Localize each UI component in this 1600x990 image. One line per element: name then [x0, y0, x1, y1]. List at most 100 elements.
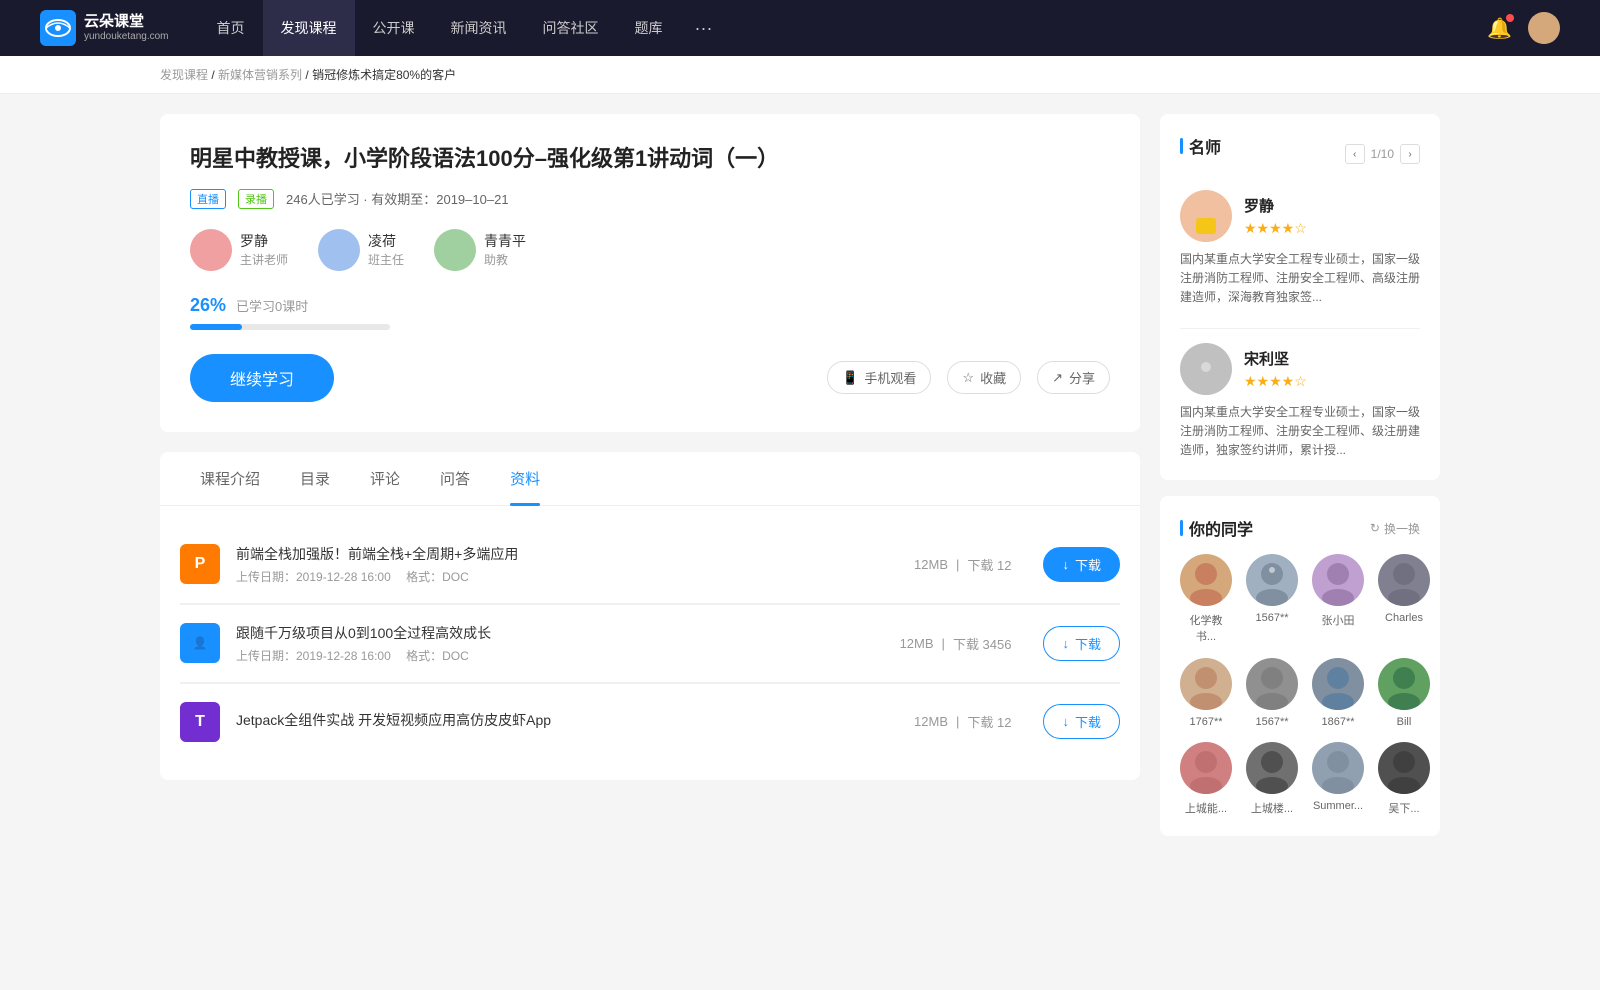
nav-item-news[interactable]: 新闻资讯 — [433, 0, 525, 56]
classmate-item-11: 吴下... — [1378, 742, 1430, 816]
header: 云朵课堂 yundouketang.com 首页 发现课程 公开课 新闻资讯 问… — [0, 0, 1600, 56]
download-button-0[interactable]: ↓ 下载 — [1043, 547, 1120, 582]
nav-item-open[interactable]: 公开课 — [355, 0, 433, 56]
classmate-avatar-7[interactable] — [1378, 658, 1430, 710]
teachers-prev-button[interactable]: ‹ — [1345, 144, 1365, 164]
progress-bar-background — [190, 324, 390, 330]
resource-info-1: 跟随千万级项目从0到100全过程高效成长 上传日期：2019-12-28 16:… — [236, 623, 884, 664]
teacher-item-0: 罗静 主讲老师 — [190, 229, 288, 271]
tab-intro[interactable]: 课程介绍 — [180, 452, 280, 505]
resource-icon-2: T — [180, 702, 220, 742]
classmate-avatar-4[interactable] — [1180, 658, 1232, 710]
progress-bar-fill — [190, 324, 242, 330]
breadcrumb-series[interactable]: 新媒体营销系列 — [218, 68, 302, 82]
progress-section: 26% 已学习0课时 — [190, 295, 1110, 330]
classmate-avatar-2[interactable] — [1312, 554, 1364, 606]
teacher-info-1: 凌荷 班主任 — [368, 231, 404, 268]
breadcrumb-current: 销冠修炼术搞定80%的客户 — [312, 68, 456, 82]
classmate-name-1: 1567** — [1255, 612, 1288, 624]
nav-item-discover[interactable]: 发现课程 — [263, 0, 355, 56]
teacher-avatar-0 — [190, 229, 232, 271]
logo-text: 云朵课堂 yundouketang.com — [84, 13, 169, 43]
resource-icon-1: 👤 — [180, 623, 220, 663]
resource-stats-1: 12MB | 下载 3456 — [900, 634, 1012, 653]
sidebar: 名师 ‹ 1/10 › — [1160, 114, 1440, 852]
download-button-2[interactable]: ↓ 下载 — [1043, 704, 1120, 739]
resource-name-1: 跟随千万级项目从0到100全过程高效成长 — [236, 623, 884, 643]
refresh-icon: ↻ — [1370, 521, 1380, 535]
collect-button[interactable]: ☆ 收藏 — [947, 361, 1021, 394]
classmate-avatar-9[interactable] — [1246, 742, 1298, 794]
course-enrollment: 246人已学习 · 有效期至：2019–10–21 — [286, 189, 509, 208]
notification-bell-button[interactable]: 🔔 — [1487, 16, 1512, 41]
breadcrumb-home[interactable]: 发现课程 — [160, 68, 208, 82]
teachers-panel-title: 名师 — [1180, 134, 1221, 158]
resource-item-2: T Jetpack全组件实战 开发短视频应用高仿皮皮虾App 12MB | 下载… — [180, 684, 1120, 760]
classmate-name-8: 上城能... — [1185, 800, 1227, 816]
classmate-avatar-3[interactable] — [1378, 554, 1430, 606]
teacher-stars-0: ★★★★☆ — [1244, 220, 1307, 237]
teacher-item-1: 凌荷 班主任 — [318, 229, 404, 271]
classmate-avatar-11[interactable] — [1378, 742, 1430, 794]
teacher-card-info-1: 宋利坚 ★★★★☆ — [1244, 348, 1307, 390]
tabs-section: 课程介绍 目录 评论 问答 资料 P 前端全栈加强版！前端全栈+全周期+多端应用… — [160, 452, 1140, 780]
classmate-avatar-5[interactable] — [1246, 658, 1298, 710]
tab-review[interactable]: 评论 — [350, 452, 420, 505]
breadcrumb: 发现课程 / 新媒体营销系列 / 销冠修炼术搞定80%的客户 — [0, 56, 1600, 94]
teacher-card-1: 宋利坚 ★★★★☆ 国内某重点大学安全工程专业硕士，国家一级注册消防工程师、注册… — [1180, 343, 1420, 461]
classmate-item-9: 上城楼... — [1246, 742, 1298, 816]
teachers-panel: 名师 ‹ 1/10 › — [1160, 114, 1440, 480]
tab-catalog[interactable]: 目录 — [280, 452, 350, 505]
course-meta: 直播 录播 246人已学习 · 有效期至：2019–10–21 — [190, 189, 1110, 209]
classmate-name-6: 1867** — [1321, 716, 1354, 728]
download-button-1[interactable]: ↓ 下载 — [1043, 626, 1120, 661]
tab-qa[interactable]: 问答 — [420, 452, 490, 505]
user-avatar-button[interactable] — [1528, 12, 1560, 44]
teacher-stars-1: ★★★★☆ — [1244, 373, 1307, 390]
continue-learning-button[interactable]: 继续学习 — [190, 354, 334, 402]
progress-description: 已学习0课时 — [236, 296, 308, 315]
classmate-name-0: 化学教书... — [1180, 612, 1232, 644]
teacher-avatar-1 — [318, 229, 360, 271]
teacher-card-name-0: 罗静 — [1244, 195, 1307, 216]
teachers-panel-header: 名师 ‹ 1/10 › — [1180, 134, 1420, 174]
classmate-name-5: 1567** — [1255, 716, 1288, 728]
tabs-header: 课程介绍 目录 评论 问答 资料 — [160, 452, 1140, 506]
classmate-item-1: 1567** — [1246, 554, 1298, 644]
resource-item-0: P 前端全栈加强版！前端全栈+全周期+多端应用 上传日期：2019-12-28 … — [180, 526, 1120, 604]
teachers-panel-nav: ‹ 1/10 › — [1345, 144, 1420, 164]
tag-record: 录播 — [238, 189, 274, 209]
teacher-card-avatar-1 — [1180, 343, 1232, 395]
resource-info-2: Jetpack全组件实战 开发短视频应用高仿皮皮虾App — [236, 710, 898, 734]
nav-item-home[interactable]: 首页 — [199, 0, 263, 56]
classmate-item-2: 张小田 — [1312, 554, 1364, 644]
classmates-refresh-button[interactable]: ↻ 换一换 — [1370, 520, 1420, 537]
resource-icon-0: P — [180, 544, 220, 584]
teacher-info-0: 罗静 主讲老师 — [240, 231, 288, 268]
classmate-avatar-1[interactable] — [1246, 554, 1298, 606]
classmate-item-6: 1867** — [1312, 658, 1364, 728]
nav-item-quiz[interactable]: 题库 — [617, 0, 681, 56]
teachers-next-button[interactable]: › — [1400, 144, 1420, 164]
teachers-page: 1/10 — [1371, 147, 1394, 161]
classmates-panel: 你的同学 ↻ 换一换 化学教书... 1 — [1160, 496, 1440, 836]
classmate-avatar-6[interactable] — [1312, 658, 1364, 710]
teacher-desc-1: 国内某重点大学安全工程专业硕士，国家一级注册消防工程师、注册安全工程师、级注册建… — [1180, 403, 1420, 461]
classmates-panel-title: 你的同学 — [1180, 516, 1253, 540]
mobile-watch-button[interactable]: 📱 手机观看 — [827, 361, 931, 394]
nav-more-button[interactable]: ··· — [681, 0, 727, 56]
classmate-avatar-0[interactable] — [1180, 554, 1232, 606]
progress-label: 26% 已学习0课时 — [190, 295, 1110, 316]
classmate-avatar-8[interactable] — [1180, 742, 1232, 794]
classmates-title: 你的同学 ↻ 换一换 — [1180, 516, 1420, 540]
logo-icon — [40, 10, 76, 46]
teacher-avatar-2 — [434, 229, 476, 271]
logo[interactable]: 云朵课堂 yundouketang.com — [40, 10, 169, 46]
star-icon: ☆ — [962, 370, 974, 386]
teacher-card-0: 罗静 ★★★★☆ 国内某重点大学安全工程专业硕士，国家一级注册消防工程师、注册安… — [1180, 190, 1420, 308]
classmate-avatar-10[interactable] — [1312, 742, 1364, 794]
tag-live: 直播 — [190, 189, 226, 209]
share-button[interactable]: ↗ 分享 — [1037, 361, 1110, 394]
tab-resources[interactable]: 资料 — [490, 452, 560, 505]
nav-item-qa[interactable]: 问答社区 — [525, 0, 617, 56]
